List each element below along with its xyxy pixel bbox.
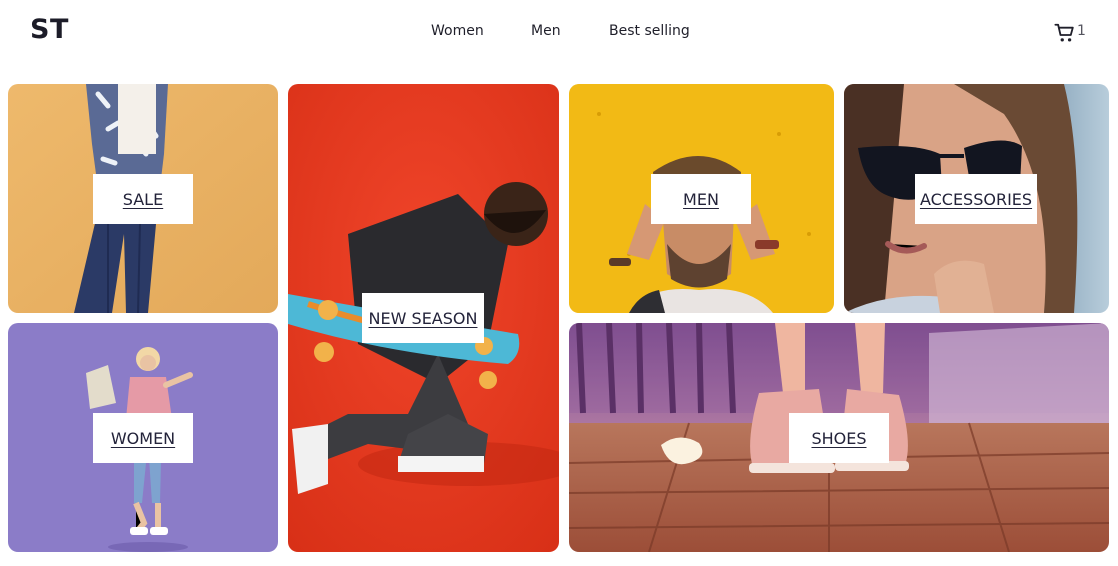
- men-label[interactable]: MEN: [651, 174, 751, 224]
- accessories-label[interactable]: ACCESSORIES: [915, 174, 1037, 224]
- cart-count-badge: 1: [1077, 23, 1086, 39]
- category-tile-accessories[interactable]: ACCESSORIES: [844, 84, 1109, 313]
- nav-link-best-selling[interactable]: Best selling: [609, 23, 690, 39]
- main-nav: Women Men Best selling: [0, 23, 1118, 43]
- women-label[interactable]: WOMEN: [93, 413, 193, 463]
- shopping-cart-icon: [1054, 23, 1074, 42]
- category-tile-sale[interactable]: SALE: [8, 84, 278, 313]
- category-tile-new-season[interactable]: NEW SEASON: [288, 84, 559, 552]
- category-tile-shoes[interactable]: SHOES: [569, 323, 1109, 552]
- shoes-label[interactable]: SHOES: [789, 413, 889, 463]
- nav-link-women[interactable]: Women: [431, 23, 484, 39]
- category-tile-men[interactable]: MEN: [569, 84, 834, 313]
- category-tile-women[interactable]: WOMEN: [8, 323, 278, 552]
- sale-label[interactable]: SALE: [93, 174, 193, 224]
- new-season-label[interactable]: NEW SEASON: [362, 293, 484, 343]
- cart-button[interactable]: 1: [1054, 21, 1086, 45]
- site-header: ST Women Men Best selling 1: [0, 0, 1118, 66]
- nav-link-men[interactable]: Men: [531, 23, 561, 39]
